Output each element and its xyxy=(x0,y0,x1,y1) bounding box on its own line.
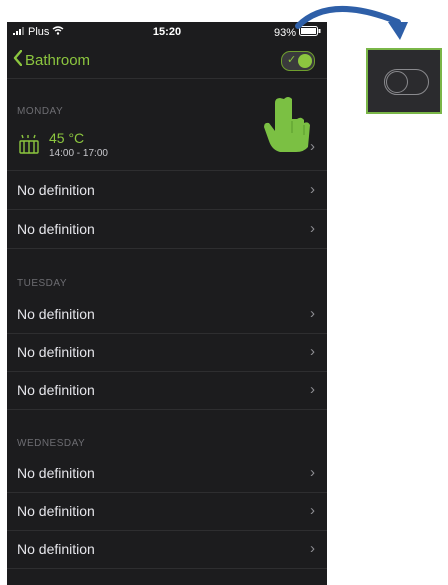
check-icon: ✓ xyxy=(287,54,297,66)
status-bar: Plus 15:20 93% xyxy=(7,22,327,42)
day-header-monday: MONDAY xyxy=(17,106,64,117)
schedule-row[interactable]: No definition › xyxy=(7,295,327,334)
schedule-toggle[interactable]: ✓ xyxy=(281,51,315,71)
row-label: No definition xyxy=(17,541,95,557)
day-header-wednesday: WEDNESDAY xyxy=(17,438,86,449)
row-label: No definition xyxy=(17,382,95,398)
row-label: No definition xyxy=(17,221,95,237)
chevron-right-icon: › xyxy=(310,381,315,398)
toggle-knob xyxy=(298,54,312,68)
row-label: No definition xyxy=(17,182,95,198)
row-label: No definition xyxy=(17,503,95,519)
nav-bar: Bathroom ✓ xyxy=(7,42,327,79)
schedule-row[interactable]: No definition › xyxy=(7,210,327,249)
radiator-icon xyxy=(19,134,39,161)
chevron-right-icon: › xyxy=(310,181,315,198)
chevron-right-icon: › xyxy=(310,305,315,322)
chevron-right-icon: › xyxy=(310,464,315,481)
chevron-left-icon xyxy=(13,49,23,70)
schedule-row[interactable]: No definition › xyxy=(7,371,327,410)
toggle-callout xyxy=(366,48,442,114)
chevron-right-icon: › xyxy=(310,343,315,360)
heating-temperature: 45 °C xyxy=(49,130,85,146)
row-label: No definition xyxy=(17,344,95,360)
chevron-right-icon: › xyxy=(310,220,315,237)
back-button[interactable]: Bathroom xyxy=(13,49,91,70)
chevron-right-icon: › xyxy=(310,540,315,557)
heating-time-range: 14:00 - 17:00 xyxy=(49,148,108,159)
hand-pointer-icon xyxy=(264,97,310,152)
schedule-row[interactable]: No definition › xyxy=(7,454,327,493)
curved-arrow-icon xyxy=(295,5,408,40)
schedule-row[interactable]: No definition › xyxy=(7,171,327,210)
back-label: Bathroom xyxy=(25,51,91,69)
row-label: No definition xyxy=(17,306,95,322)
schedule-row[interactable]: No definition › xyxy=(7,333,327,372)
schedule-row[interactable]: No definition › xyxy=(7,492,327,531)
day-header-tuesday: TUESDAY xyxy=(17,278,67,289)
chevron-right-icon: › xyxy=(310,502,315,519)
toggle-knob xyxy=(386,71,408,93)
toggle-off-preview xyxy=(384,69,429,95)
row-label: No definition xyxy=(17,465,95,481)
schedule-row[interactable]: No definition › xyxy=(7,530,327,569)
